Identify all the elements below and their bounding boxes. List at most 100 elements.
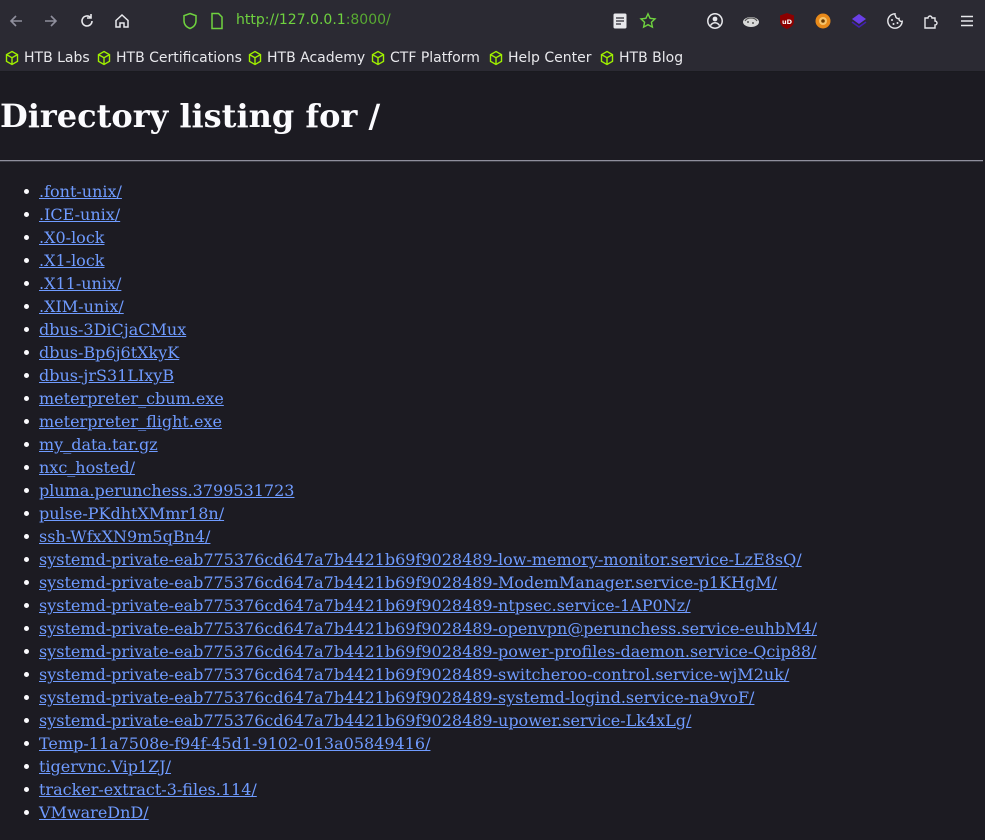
file-link[interactable]: systemd-private-eab775376cd647a7b4421b69… xyxy=(39,550,802,569)
bullet-icon xyxy=(24,764,29,769)
bookmarks-bar: HTB Labs HTB Certifications HTB Academy … xyxy=(0,42,985,72)
bullet-icon xyxy=(24,718,29,723)
page-icon[interactable] xyxy=(210,12,224,34)
list-item: meterpreter_flight.exe xyxy=(24,410,817,433)
bookmark-htb-academy[interactable]: HTB Academy xyxy=(247,48,365,68)
file-link[interactable]: my_data.tar.gz xyxy=(39,435,158,454)
extension-cookie-manager-button[interactable] xyxy=(885,11,905,31)
cookie-icon xyxy=(887,13,903,29)
htb-cube-icon xyxy=(5,50,19,66)
forward-button[interactable] xyxy=(40,10,62,32)
star-icon xyxy=(639,12,657,29)
bullet-icon xyxy=(24,810,29,815)
file-link[interactable]: tracker-extract-3-files.114/ xyxy=(39,780,257,799)
bullet-icon xyxy=(24,189,29,194)
hamburger-menu-icon xyxy=(961,15,973,27)
file-link[interactable]: systemd-private-eab775376cd647a7b4421b69… xyxy=(39,642,816,661)
list-item: .ICE-unix/ xyxy=(24,203,817,226)
ublock-origin-icon: uD xyxy=(780,13,794,29)
file-link[interactable]: systemd-private-eab775376cd647a7b4421b69… xyxy=(39,711,691,730)
file-link[interactable]: pluma.perunchess.3799531723 xyxy=(39,481,294,500)
bookmark-label: CTF Platform xyxy=(390,50,480,66)
reader-view-button[interactable] xyxy=(610,11,630,31)
bookmark-ctf-platform[interactable]: CTF Platform xyxy=(370,48,480,68)
file-link[interactable]: tigervnc.Vip1ZJ/ xyxy=(39,757,171,776)
url-text[interactable]: http://127.0.0.1:8000/ xyxy=(236,12,391,28)
file-link[interactable]: systemd-private-eab775376cd647a7b4421b69… xyxy=(39,665,789,684)
file-link[interactable]: meterpreter_cbum.exe xyxy=(39,389,224,408)
file-link[interactable]: ssh-WfxXN9m5qBn4/ xyxy=(39,527,210,546)
bullet-icon xyxy=(24,626,29,631)
file-link[interactable]: VMwareDnD/ xyxy=(39,803,149,822)
bullet-icon xyxy=(24,649,29,654)
list-item: pulse-PKdhtXMmr18n/ xyxy=(24,502,817,525)
address-bar[interactable]: http://127.0.0.1:8000/ xyxy=(170,7,675,35)
file-link[interactable]: systemd-private-eab775376cd647a7b4421b69… xyxy=(39,596,691,615)
file-link[interactable]: systemd-private-eab775376cd647a7b4421b69… xyxy=(39,688,754,707)
shield-icon[interactable] xyxy=(182,12,198,34)
horizontal-rule xyxy=(0,160,983,162)
svg-text:uD: uD xyxy=(782,18,793,26)
bookmark-htb-labs[interactable]: HTB Labs xyxy=(4,48,90,68)
bookmark-htb-blog[interactable]: HTB Blog xyxy=(599,48,683,68)
list-item: .X0-lock xyxy=(24,226,817,249)
bookmark-label: HTB Certifications xyxy=(116,50,242,66)
htb-cube-icon xyxy=(248,50,262,66)
list-item: systemd-private-eab775376cd647a7b4421b69… xyxy=(24,617,817,640)
bookmark-help-center[interactable]: Help Center xyxy=(488,48,592,68)
extension-cookie-button[interactable] xyxy=(741,11,761,31)
home-button[interactable] xyxy=(111,10,133,32)
file-link[interactable]: .font-unix/ xyxy=(39,182,122,201)
bookmark-htb-certifications[interactable]: HTB Certifications xyxy=(96,48,242,68)
file-link[interactable]: dbus-Bp6j6tXkyK xyxy=(39,343,179,362)
htb-cube-icon xyxy=(489,50,503,66)
htb-cube-icon xyxy=(600,50,614,66)
bookmark-star-button[interactable] xyxy=(638,11,658,31)
list-item: my_data.tar.gz xyxy=(24,433,817,456)
list-item: nxc_hosted/ xyxy=(24,456,817,479)
file-link[interactable]: nxc_hosted/ xyxy=(39,458,135,477)
list-item: systemd-private-eab775376cd647a7b4421b69… xyxy=(24,571,817,594)
list-item: .XIM-unix/ xyxy=(24,295,817,318)
bullet-icon xyxy=(24,258,29,263)
file-link[interactable]: meterpreter_flight.exe xyxy=(39,412,222,431)
back-button[interactable] xyxy=(5,10,27,32)
file-link[interactable]: .X0-lock xyxy=(39,228,104,247)
file-link[interactable]: .XIM-unix/ xyxy=(39,297,124,316)
extension-orange-button[interactable] xyxy=(813,11,833,31)
file-link[interactable]: pulse-PKdhtXMmr18n/ xyxy=(39,504,224,523)
bullet-icon xyxy=(24,281,29,286)
file-link[interactable]: systemd-private-eab775376cd647a7b4421b69… xyxy=(39,619,817,638)
file-link[interactable]: systemd-private-eab775376cd647a7b4421b69… xyxy=(39,573,777,592)
file-link[interactable]: .X11-unix/ xyxy=(39,274,121,293)
page-title: Directory listing for / xyxy=(0,97,381,135)
file-link[interactable]: dbus-jrS31LIxyB xyxy=(39,366,174,385)
bullet-icon xyxy=(24,327,29,332)
bookmark-label: HTB Academy xyxy=(267,50,366,66)
account-button[interactable] xyxy=(705,11,725,31)
file-link[interactable]: .ICE-unix/ xyxy=(39,205,120,224)
foxy-proxy-icon xyxy=(815,13,831,29)
home-icon xyxy=(115,13,129,28)
bullet-icon xyxy=(24,304,29,309)
bullet-icon xyxy=(24,212,29,217)
bullet-icon xyxy=(24,465,29,470)
bullet-icon xyxy=(24,603,29,608)
reader-view-icon xyxy=(613,13,627,29)
extension-ublock-button[interactable]: uD xyxy=(777,11,797,31)
bullet-icon xyxy=(24,580,29,585)
list-item: VMwareDnD/ xyxy=(24,801,817,824)
extension-purple-button[interactable] xyxy=(849,11,869,31)
reload-button[interactable] xyxy=(76,10,98,32)
bullet-icon xyxy=(24,488,29,493)
list-item: tracker-extract-3-files.114/ xyxy=(24,778,817,801)
list-item: systemd-private-eab775376cd647a7b4421b69… xyxy=(24,594,817,617)
file-link[interactable]: dbus-3DiCjaCMux xyxy=(39,320,186,339)
extensions-button[interactable] xyxy=(921,11,941,31)
bullet-icon xyxy=(24,511,29,516)
file-link[interactable]: .X1-lock xyxy=(39,251,104,270)
list-item: tigervnc.Vip1ZJ/ xyxy=(24,755,817,778)
list-item: dbus-3DiCjaCMux xyxy=(24,318,817,341)
app-menu-button[interactable] xyxy=(957,11,977,31)
file-link[interactable]: Temp-11a7508e-f94f-45d1-9102-013a0584941… xyxy=(39,734,430,753)
